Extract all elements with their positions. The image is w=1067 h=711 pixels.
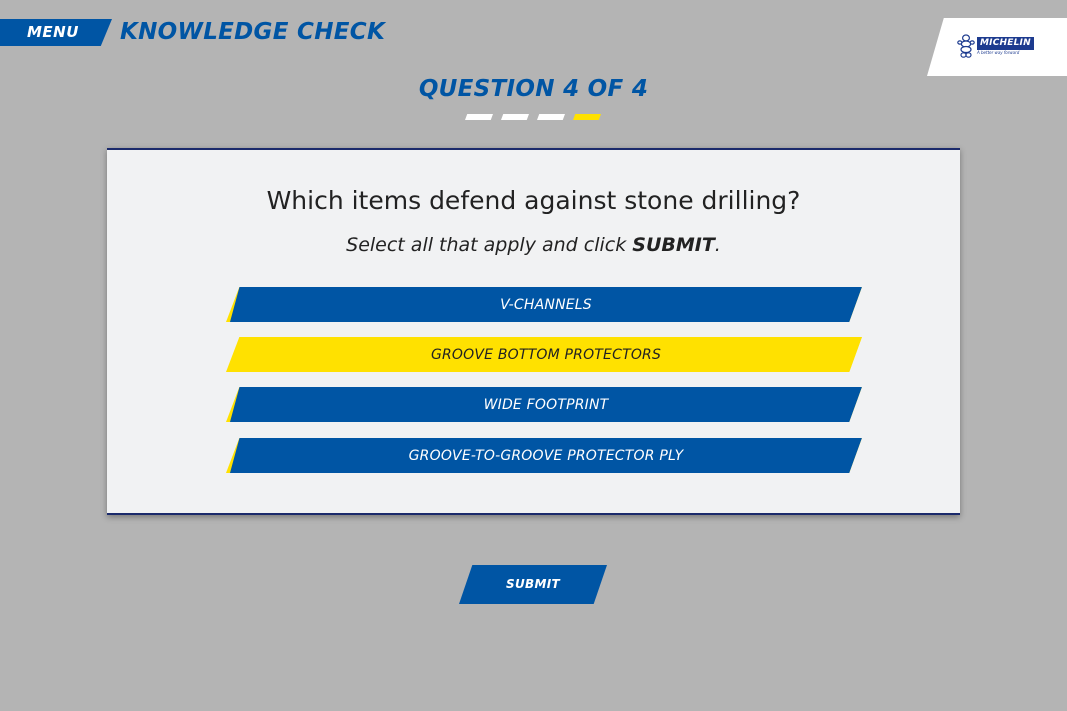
question-counter: QUESTION 4 OF 4 bbox=[418, 76, 649, 102]
section-title: KNOWLEDGE CHECK bbox=[120, 19, 386, 45]
instruction-prefix: Select all that apply and click bbox=[346, 234, 633, 256]
question-progress bbox=[465, 114, 601, 120]
answer-label: GROOVE BOTTOM PROTECTORS bbox=[230, 337, 862, 372]
answer-option-groove-to-groove-protector-ply[interactable]: GROOVE-TO-GROOVE PROTECTOR PLY bbox=[226, 438, 862, 473]
michelin-man-icon bbox=[957, 34, 975, 58]
question-instruction: Select all that apply and click SUBMIT. bbox=[107, 232, 960, 258]
instruction-action: SUBMIT bbox=[632, 234, 715, 256]
answer-option-groove-bottom-protectors[interactable]: GROOVE BOTTOM PROTECTORS bbox=[226, 337, 862, 372]
instruction-suffix: . bbox=[714, 234, 721, 256]
submit-button[interactable]: SUBMIT bbox=[459, 565, 607, 604]
logo-wordmark: MICHELIN bbox=[977, 36, 1034, 50]
answer-option-v-channels[interactable]: V-CHANNELS bbox=[226, 287, 862, 322]
logo-tagline: A better way forward bbox=[977, 49, 1020, 55]
progress-segment bbox=[501, 114, 529, 120]
progress-segment-current bbox=[573, 114, 601, 120]
progress-segment bbox=[537, 114, 565, 120]
progress-segment bbox=[465, 114, 493, 120]
answer-label: WIDE FOOTPRINT bbox=[230, 387, 862, 422]
question-card: Which items defend against stone drillin… bbox=[107, 148, 960, 515]
question-text: Which items defend against stone drillin… bbox=[266, 186, 801, 215]
brand-logo-panel: MICHELIN A better way forward bbox=[927, 18, 1067, 76]
answer-option-wide-footprint[interactable]: WIDE FOOTPRINT bbox=[226, 387, 862, 422]
answer-label: GROOVE-TO-GROOVE PROTECTOR PLY bbox=[230, 438, 862, 473]
answer-label: V-CHANNELS bbox=[230, 287, 862, 322]
menu-button[interactable]: MENU bbox=[0, 19, 112, 46]
michelin-logo: MICHELIN A better way forward bbox=[957, 34, 1034, 58]
